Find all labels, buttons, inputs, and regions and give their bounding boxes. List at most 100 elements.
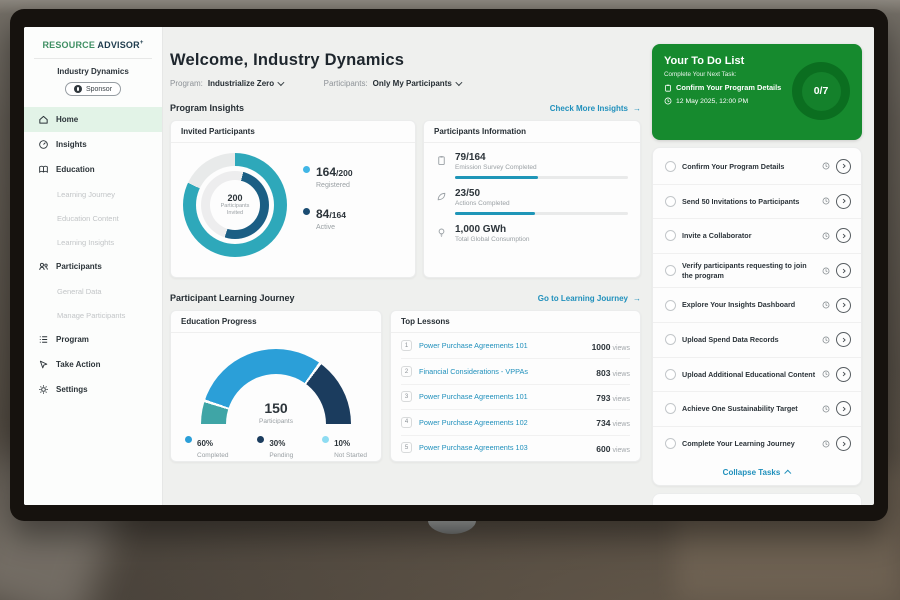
chevron-right-icon [840,267,848,275]
task-item[interactable]: Upload Additional Educational Content [653,357,861,392]
sidebar: RESOURCE ADVISOR+ Industry Dynamics Spon… [24,27,163,505]
task-chevron-button[interactable] [836,298,851,313]
task-checkbox[interactable] [665,161,676,172]
lesson-link[interactable]: Power Purchase Agreements 102 [419,418,589,427]
main-content: Welcome, Industry Dynamics Program: Indu… [163,27,652,505]
task-chevron-button[interactable] [836,436,851,451]
card-title: Participants Information [424,121,640,143]
clock-icon [822,162,830,170]
arrow-right-icon: → [633,104,641,113]
task-checkbox[interactable] [665,196,676,207]
sidebar-item-learning-journey[interactable]: Learning Journey [24,182,162,206]
lesson-link[interactable]: Power Purchase Agreements 103 [419,443,589,452]
check-more-insights-link[interactable]: Check More Insights → [550,104,641,113]
completed-dot-icon [185,436,192,443]
task-item[interactable]: Upload Spend Data Records [653,322,861,357]
chevron-down-icon [278,80,284,86]
sponsor-badge[interactable]: Sponsor [65,82,121,96]
participants-filter[interactable]: Participants: Only My Participants [324,79,462,88]
donut-center-label: Participants Invited [214,203,256,217]
recent-news-card: Recent News [652,493,862,505]
task-chevron-button[interactable] [836,367,851,382]
go-to-learning-journey-link[interactable]: Go to Learning Journey → [538,294,641,303]
lesson-row: 4 Power Purchase Agreements 102 734views [401,409,630,434]
chevron-right-icon [840,162,848,170]
clock-icon [822,405,830,413]
sidebar-item-insights[interactable]: Insights [24,132,162,157]
gauge-center-label: Participants [226,418,326,424]
sidebar-item-education-content[interactable]: Education Content [24,206,162,230]
chevron-right-icon [840,336,848,344]
task-chevron-button[interactable] [836,401,851,416]
task-chevron-button[interactable] [836,228,851,243]
task-checkbox[interactable] [665,403,676,414]
sidebar-item-general-data[interactable]: General Data [24,279,162,303]
card-title: Top Lessons [391,311,640,333]
sidebar-item-participants[interactable]: Participants [24,254,162,279]
task-checkbox[interactable] [665,265,676,276]
sidebar-nav: Home Insights Education Learning Journey… [24,107,162,402]
clipboard-icon [664,84,672,92]
task-checkbox[interactable] [665,369,676,380]
task-checkbox[interactable] [665,230,676,241]
invited-participants-card: Invited Participants 200 Participants In… [170,120,416,278]
task-item[interactable]: Send 50 Invitations to Participants [653,184,861,219]
stat-emission-survey: 79/164 Emission Survey Completed [436,152,628,179]
lesson-link[interactable]: Financial Considerations - VPPAs [419,367,589,376]
sidebar-item-program[interactable]: Program [24,327,162,352]
progress-bar [455,176,628,179]
clock-icon [822,301,830,309]
clock-icon [822,336,830,344]
stat-actions-completed: 23/50 Actions Completed [436,188,628,215]
task-item[interactable]: Complete Your Learning Journey [653,426,861,461]
donut-center-value: 200 [227,193,242,203]
lesson-row: 2 Financial Considerations - VPPAs 803vi… [401,358,630,383]
todo-progress-count: 0/7 [814,85,829,97]
task-checkbox[interactable] [665,334,676,345]
sidebar-item-manage-participants[interactable]: Manage Participants [24,303,162,327]
collapse-tasks-link[interactable]: Collapse Tasks [653,460,861,481]
page-title: Welcome, Industry Dynamics [170,51,641,70]
list-icon [38,334,49,345]
task-checkbox[interactable] [665,438,676,449]
clock-icon [664,97,672,105]
card-title: Invited Participants [171,121,415,143]
top-lessons-card: Top Lessons 1 Power Purchase Agreements … [390,310,641,462]
program-filter[interactable]: Program: Industrialize Zero [170,79,284,88]
monitor-bezel: RESOURCE ADVISOR+ Industry Dynamics Spon… [10,9,888,521]
lesson-link[interactable]: Power Purchase Agreements 101 [419,341,585,350]
chevron-right-icon [840,440,848,448]
chevron-down-icon [455,80,461,86]
sidebar-item-learning-insights[interactable]: Learning Insights [24,230,162,254]
sidebar-item-education[interactable]: Education [24,157,162,182]
arrow-right-icon: → [633,294,641,303]
education-progress-gauge: 150 Participants [201,349,351,424]
todo-progress-ring: 0/7 [792,62,850,120]
active-dot-icon [303,208,310,215]
task-item[interactable]: Achieve One Sustainability Target [653,391,861,426]
lesson-link[interactable]: Power Purchase Agreements 101 [419,392,589,401]
task-chevron-button[interactable] [836,263,851,278]
task-item[interactable]: Confirm Your Program Details [653,149,861,184]
task-chevron-button[interactable] [836,194,851,209]
sidebar-item-take-action[interactable]: Take Action [24,352,162,377]
donut-legend: 164200 Registered 84164 Active [303,163,353,247]
chevron-up-icon [785,470,792,477]
logo-resource: RESOURCE [42,40,95,50]
participants-information-card: Participants Information 79/164 Emission… [423,120,641,278]
lesson-row: 3 Power Purchase Agreements 101 793views [401,384,630,409]
task-checkbox[interactable] [665,300,676,311]
task-chevron-button[interactable] [836,159,851,174]
gear-icon [38,384,49,395]
legend-active: 84164 Active [303,205,353,231]
sidebar-item-settings[interactable]: Settings [24,377,162,402]
task-item[interactable]: Explore Your Insights Dashboard [653,287,861,322]
clock-icon [822,267,830,275]
task-item[interactable]: Invite a Collaborator [653,218,861,253]
sidebar-item-home[interactable]: Home [24,107,162,132]
task-item[interactable]: Verify participants requesting to join t… [653,253,861,288]
clock-icon [822,232,830,240]
task-chevron-button[interactable] [836,332,851,347]
section-title-program-insights: Program Insights [170,103,244,113]
legend-completed: 60% Completed [185,433,228,459]
